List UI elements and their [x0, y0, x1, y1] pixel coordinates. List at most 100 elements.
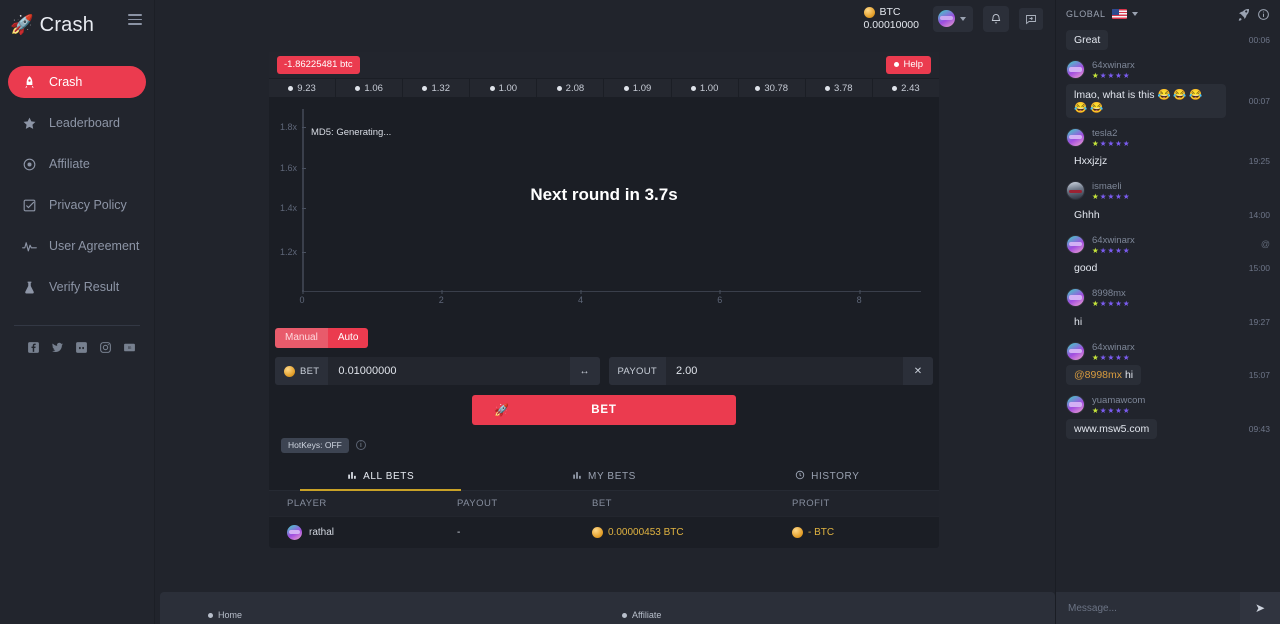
notifications-button[interactable] [983, 6, 1009, 32]
sidebar-item-privacy-policy[interactable]: Privacy Policy [8, 189, 146, 221]
bet-amount-input[interactable] [328, 365, 569, 377]
avatar [1066, 288, 1085, 307]
app-root: 🚀 Crash Crash Leaderboard Af [0, 0, 1280, 624]
multiplier-chip[interactable]: 1.00 [672, 79, 739, 97]
discord-icon[interactable] [74, 340, 88, 354]
sidebar-item-label: Privacy Policy [49, 198, 127, 212]
chat-input-bar: ➤ [1056, 592, 1280, 624]
help-button[interactable]: Help [886, 56, 931, 74]
message-time: 00:06 [1243, 35, 1270, 45]
balance-amount: 0.00010000 [864, 19, 919, 31]
bet-inputs-row: BET ↔ PAYOUT ✕ [275, 357, 933, 385]
balance-display[interactable]: BTC 0.00010000 [864, 6, 919, 31]
chat-scope-label: GLOBAL [1066, 9, 1106, 19]
twitter-icon[interactable] [50, 340, 64, 354]
sidebar-collapse-button[interactable] [128, 14, 142, 25]
sidebar-item-label: Verify Result [49, 280, 119, 294]
multiplier-chip[interactable]: 1.00 [470, 79, 537, 97]
multiplier-chip[interactable]: 3.78 [806, 79, 873, 97]
avatar [1066, 395, 1085, 414]
bets-tabs: ALL BETS MY BETS HISTORY [269, 462, 939, 491]
user-menu-button[interactable] [933, 6, 973, 32]
x-tick: 4 [578, 295, 583, 305]
tab-history[interactable]: HISTORY [716, 462, 939, 490]
tab-all-bets[interactable]: ALL BETS [269, 462, 492, 490]
message-time: 15:07 [1243, 370, 1270, 380]
chat-toggle-icon[interactable] [1019, 8, 1043, 30]
brand-name: Crash [40, 14, 94, 37]
multiplier-value: 1.00 [499, 83, 518, 94]
message-mention[interactable]: @8998mx [1074, 369, 1122, 381]
footer-link-home[interactable]: Home [208, 610, 242, 620]
multiplier-chip[interactable]: 9.23 [269, 79, 336, 97]
message-username[interactable]: tesla2 [1092, 128, 1131, 139]
swap-icon[interactable]: ↔ [570, 357, 600, 385]
sidebar-item-leaderboard[interactable]: Leaderboard [8, 107, 146, 139]
main-content: BTC 0.00010000 -1.86225481 btc Help [155, 0, 1055, 624]
medium-icon[interactable]: m [122, 340, 136, 354]
chat-message: 64xwinarx ★★★★★ @8998mx hi 15:07 [1066, 342, 1270, 386]
payout-field-label: PAYOUT [609, 357, 666, 385]
info-icon[interactable]: i [356, 440, 366, 450]
bet-amount-field: BET ↔ [275, 357, 600, 385]
hotkeys-toggle[interactable]: HotKeys: OFF [281, 438, 349, 453]
message-text: Ghhh [1066, 205, 1108, 225]
chevron-down-icon[interactable] [1132, 12, 1138, 16]
multiplier-value: 9.23 [297, 83, 316, 94]
dot-icon [557, 86, 562, 91]
sidebar-item-crash[interactable]: Crash [8, 66, 146, 98]
send-icon[interactable]: ➤ [1240, 592, 1280, 624]
multiplier-value: 1.09 [633, 83, 652, 94]
x-icon[interactable]: ✕ [903, 357, 933, 385]
rank-stars-icon: ★★★★★ [1092, 247, 1135, 255]
message-username[interactable]: 64xwinarx [1092, 60, 1135, 71]
brand[interactable]: 🚀 Crash [0, 6, 154, 44]
facebook-icon[interactable] [26, 340, 40, 354]
footer-link-label: Home [218, 610, 242, 620]
rocket-icon: 🚀 [10, 16, 34, 35]
sidebar-item-user-agreement[interactable]: User Agreement [8, 230, 146, 262]
place-bet-button[interactable]: 🚀 BET [472, 395, 736, 425]
message-text: hi [1125, 369, 1133, 381]
tab-auto[interactable]: Auto [328, 328, 369, 348]
message-username[interactable]: 8998mx [1092, 288, 1131, 299]
sidebar-item-verify-result[interactable]: Verify Result [8, 271, 146, 303]
rocket-icon[interactable] [1237, 7, 1251, 21]
message-username[interactable]: 64xwinarx [1092, 235, 1135, 246]
x-axis: 0 2 4 6 8 [302, 291, 921, 293]
chat-panel: GLOBAL Great 00:06 [1055, 0, 1280, 624]
pulse-icon [20, 237, 39, 256]
tab-my-bets[interactable]: MY BETS [492, 462, 715, 490]
svg-text:m: m [127, 345, 131, 350]
footer-link-label: Affiliate [632, 610, 661, 620]
bet-mode-tabs: Manual Auto [275, 328, 933, 348]
btc-coin-icon [592, 527, 603, 538]
message-username[interactable]: yuamawcom [1092, 395, 1145, 406]
multiplier-chip[interactable]: 1.32 [403, 79, 470, 97]
sidebar-item-affiliate[interactable]: Affiliate [8, 148, 146, 180]
sidebar-item-label: User Agreement [49, 239, 139, 253]
chat-message: tesla2 ★★★★★ Hxxjzjz 19:25 [1066, 128, 1270, 172]
y-tick: 1.4x [280, 203, 302, 213]
bet-field-label: BET [275, 357, 328, 385]
payout-input[interactable] [666, 365, 903, 377]
multiplier-chip[interactable]: 1.06 [336, 79, 403, 97]
multiplier-chip[interactable]: 2.08 [537, 79, 604, 97]
footer-link-affiliate[interactable]: Affiliate [622, 610, 661, 620]
multiplier-value: 30.78 [764, 83, 788, 94]
message-username[interactable]: ismaeli [1092, 181, 1131, 192]
rank-stars-icon: ★★★★★ [1092, 354, 1135, 362]
multiplier-chip[interactable]: 1.09 [604, 79, 671, 97]
btc-coin-icon [864, 7, 875, 18]
multiplier-chip[interactable]: 2.43 [873, 79, 939, 97]
message-username[interactable]: 64xwinarx [1092, 342, 1135, 353]
instagram-icon[interactable] [98, 340, 112, 354]
tab-manual[interactable]: Manual [275, 328, 328, 348]
chat-messages[interactable]: Great 00:06 64xwinarx ★★★★★ lmao, what i… [1056, 28, 1280, 592]
chat-message-input[interactable] [1056, 603, 1240, 614]
table-row[interactable]: rathal - 0.00000453 BTC - BTC [269, 516, 939, 548]
multiplier-chip[interactable]: 30.78 [739, 79, 806, 97]
info-circle-icon[interactable] [1257, 8, 1270, 21]
at-icon[interactable]: @ [1261, 239, 1270, 249]
dot-icon [691, 86, 696, 91]
